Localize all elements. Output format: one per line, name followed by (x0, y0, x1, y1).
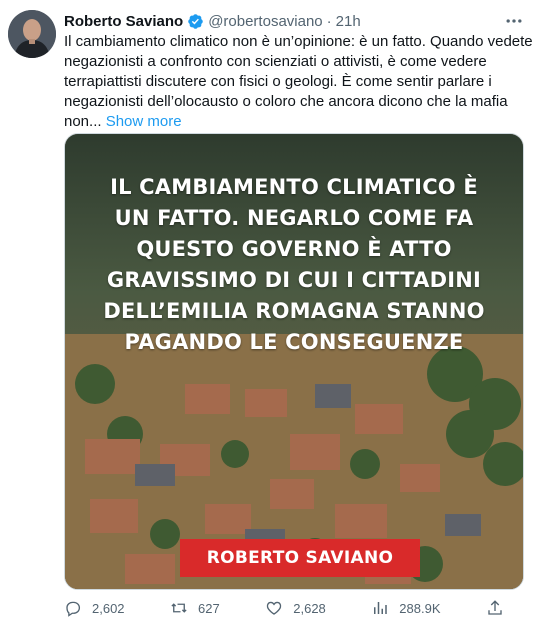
tweet-text-line-last: non... Show more (64, 112, 514, 132)
tweet-media-image[interactable]: IL CAMBIAMENTO CLIMATICO È UN FATTO. NEG… (64, 133, 524, 590)
tweet-text-line: negazionisti a confronto con scienziati … (64, 53, 487, 70)
separator-dot: · (326, 12, 332, 30)
image-caption-line: QUESTO GOVERNO È ATTO (136, 237, 452, 261)
tweet-card[interactable]: Roberto Saviano @robertosaviano · 21h Il… (0, 0, 540, 632)
views-count: 288.9K (399, 600, 441, 616)
reply-icon (66, 601, 81, 617)
like-icon (267, 601, 282, 615)
like-count: 2,628 (293, 600, 326, 616)
image-caption-line: UN FATTO. NEGARLO COME FA (114, 206, 474, 230)
share-icon (488, 600, 502, 615)
avatar-portrait (8, 10, 56, 58)
tweet-text-line: Il cambiamento climatico non è un’opinio… (64, 33, 533, 50)
tweet-text: Il cambiamento climatico non è un’opinio… (64, 32, 533, 132)
image-caption-line: GRAVISSIMO DI CUI I CITTADINI (106, 268, 482, 292)
reply-button[interactable]: 2,602 (64, 599, 125, 617)
timestamp[interactable]: 21h (336, 13, 361, 30)
views-icon (374, 602, 388, 614)
tweet-text-truncated: non... (64, 113, 102, 130)
retweet-icon (171, 603, 187, 613)
like-button[interactable]: 2,628 (265, 599, 326, 617)
avatar[interactable] (8, 10, 56, 58)
verified-badge-icon (188, 13, 203, 29)
reply-count: 2,602 (92, 600, 125, 616)
image-caption-line: IL CAMBIAMENTO CLIMATICO È (110, 175, 478, 199)
more-options-button[interactable] (502, 10, 526, 32)
image-name-badge: ROBERTO SAVIANO (180, 539, 420, 577)
views-button[interactable]: 288.9K (371, 599, 441, 617)
image-caption-line: DELL’EMILIA ROMAGNA STANNO (103, 299, 485, 323)
author-name[interactable]: Roberto Saviano (64, 13, 183, 30)
share-button[interactable] (486, 599, 504, 617)
show-more-link[interactable]: Show more (106, 113, 182, 130)
tweet-text-line: terrapiattisti discutere con fisici o ge… (64, 73, 492, 90)
image-caption-text: IL CAMBIAMENTO CLIMATICO È UN FATTO. NEG… (65, 172, 523, 358)
tweet-header: Roberto Saviano @robertosaviano · 21h (64, 11, 500, 31)
more-options-icon (506, 19, 522, 23)
image-caption-line: PAGANDO LE CONSEGUENZE (124, 330, 464, 354)
tweet-text-line: negazionisti dell’olocausto o coloro che… (64, 93, 508, 110)
retweet-button[interactable]: 627 (170, 599, 220, 617)
retweet-count: 627 (198, 600, 220, 616)
author-handle[interactable]: @robertosaviano (208, 13, 322, 30)
tweet-actions-bar: 2,602 627 2,628 288.9K (64, 596, 504, 620)
